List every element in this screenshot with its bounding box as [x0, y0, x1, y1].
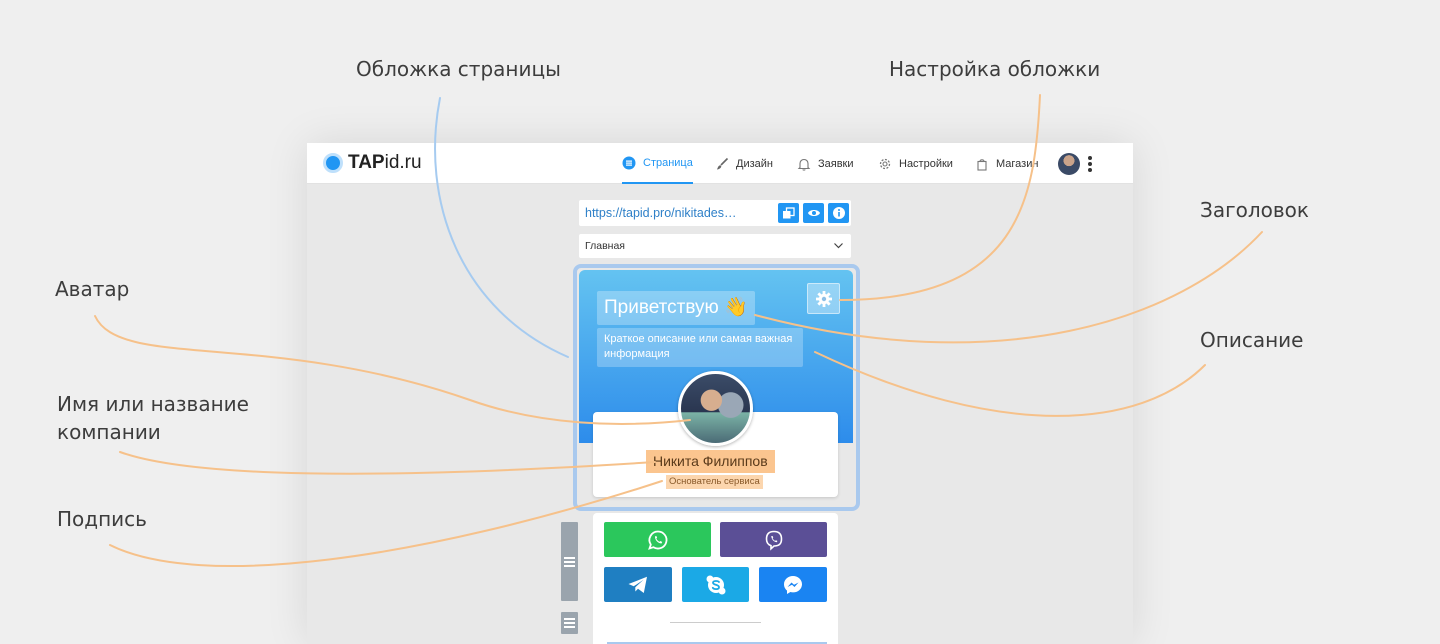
menu-lines-icon [564, 556, 575, 567]
page-select[interactable]: Главная [579, 234, 851, 258]
skype-icon [706, 575, 725, 594]
drag-handle[interactable] [561, 522, 578, 601]
callout-name-line1: Имя или название [57, 392, 249, 416]
callout-avatar: Аватар [55, 277, 130, 301]
callout-signature: Подпись [57, 507, 147, 531]
page-url-bar[interactable]: https://tapid.pro/nikitades… [579, 200, 851, 226]
nav-tab-shop[interactable]: Магазин [975, 143, 1038, 184]
shopping-bag-icon [975, 157, 989, 171]
messenger-button[interactable] [759, 567, 827, 602]
callout-cover-settings: Настройка обложки [889, 57, 1101, 81]
profile-subtitle[interactable]: Основатель сервиса [666, 475, 763, 489]
top-bar: TAPid.ru Страница Дизайн Заявки Настройк… [307, 143, 1133, 184]
callout-title: Заголовок [1200, 198, 1309, 222]
viber-button[interactable] [720, 522, 827, 557]
nav-tab-page[interactable]: Страница [622, 143, 693, 184]
cover-description[interactable]: Краткое описание или самая важная информ… [597, 328, 803, 367]
telegram-icon [628, 576, 647, 593]
callout-name-line2: компании [57, 420, 161, 444]
nav-tab-settings[interactable]: Настройки [878, 143, 953, 184]
user-avatar[interactable] [1058, 153, 1080, 175]
profile-name[interactable]: Никита Филиппов [646, 450, 775, 473]
info-button[interactable] [828, 203, 849, 223]
messenger-icon [784, 575, 802, 594]
page-select-value: Главная [585, 240, 625, 252]
nav-tab-label: Дизайн [736, 157, 773, 170]
chevron-down-icon [834, 243, 843, 249]
copy-button[interactable] [778, 203, 799, 223]
divider [670, 622, 761, 623]
logo-dot-icon [323, 153, 343, 173]
info-icon [832, 207, 845, 219]
menu-lines-icon [564, 618, 575, 628]
logo-text: TAPid.ru [348, 152, 422, 173]
callout-description: Описание [1200, 328, 1304, 352]
callout-name: Имя или название компании [57, 390, 249, 446]
nav-tab-label: Настройки [899, 157, 953, 170]
copy-icon [783, 206, 795, 218]
telegram-button[interactable] [604, 567, 672, 602]
brush-icon [715, 157, 729, 171]
app-window: TAPid.ru Страница Дизайн Заявки Настройк… [307, 143, 1133, 644]
logo[interactable]: TAPid.ru [323, 152, 422, 174]
nav-tab-design[interactable]: Дизайн [715, 143, 773, 184]
nav-tab-label: Страница [643, 156, 693, 169]
drag-handle[interactable] [561, 612, 578, 634]
gear-icon [815, 290, 832, 307]
eye-icon [807, 210, 820, 216]
more-menu-icon[interactable] [1087, 156, 1093, 172]
page-url-text: https://tapid.pro/nikitades… [585, 206, 737, 220]
viber-icon [765, 530, 782, 551]
profile-avatar[interactable] [678, 371, 753, 446]
callout-cover: Обложка страницы [356, 57, 561, 81]
nav-tab-requests[interactable]: Заявки [797, 143, 854, 184]
cover-settings-button[interactable] [807, 283, 840, 314]
nav-tab-label: Магазин [996, 157, 1039, 170]
gear-icon [878, 157, 892, 171]
bell-icon [797, 157, 811, 171]
cover-title[interactable]: Приветствую 👋 [597, 291, 755, 325]
preview-button[interactable] [803, 203, 824, 223]
list-circle-icon [622, 156, 636, 170]
skype-button[interactable] [682, 567, 749, 602]
whatsapp-button[interactable] [604, 522, 711, 557]
nav-tab-label: Заявки [818, 157, 854, 170]
whatsapp-icon [647, 530, 667, 550]
